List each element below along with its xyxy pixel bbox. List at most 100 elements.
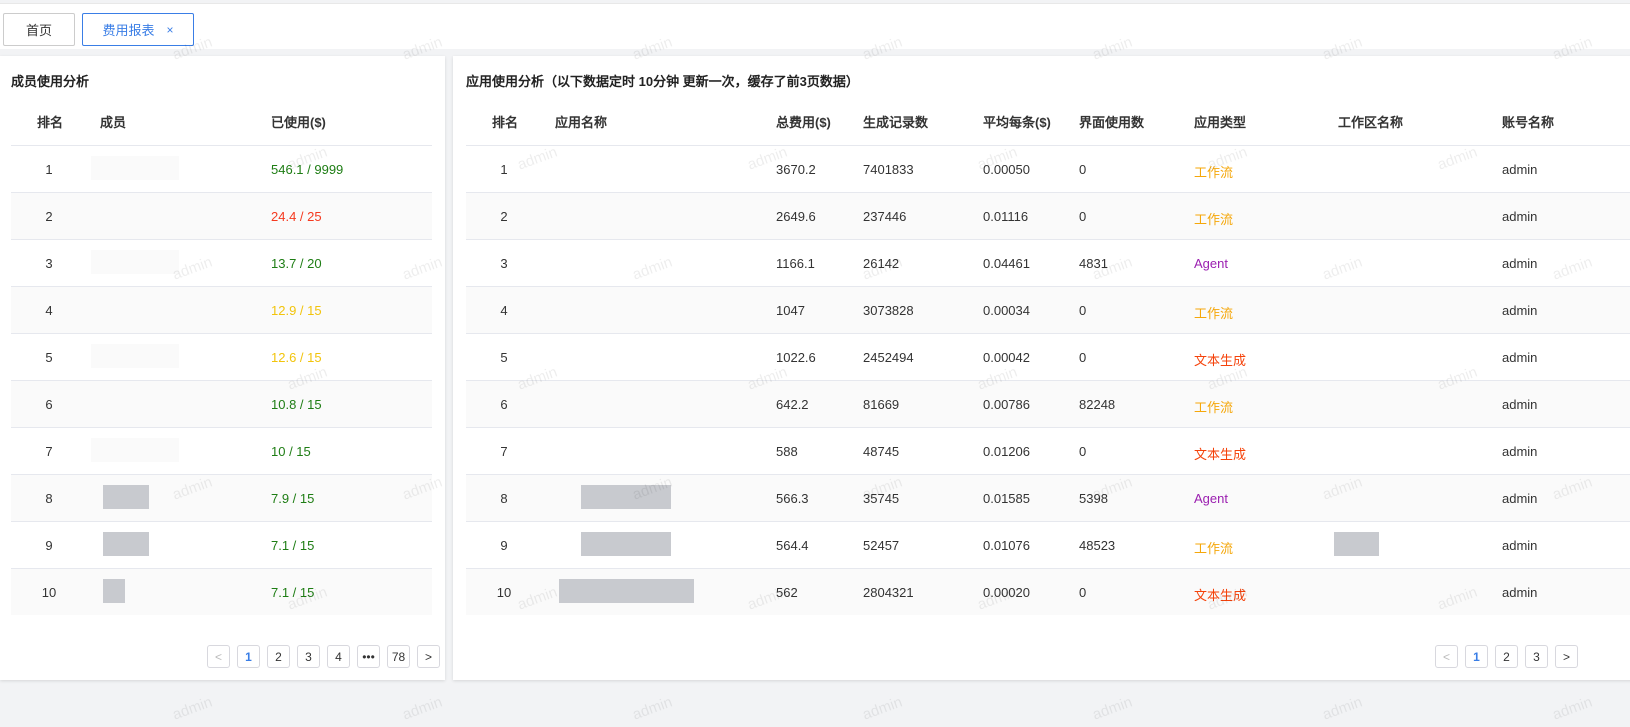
avg-cell: 0.04461 bbox=[983, 256, 1030, 271]
page-button[interactable]: 3 bbox=[1525, 645, 1548, 668]
table-header: 排名 应用名称 总费用($) 生成记录数 平均每条($) 界面使用数 应用类型 … bbox=[466, 112, 1630, 146]
app-pagination: <1 2 3 > bbox=[1435, 645, 1578, 668]
account-cell: admin bbox=[1502, 585, 1538, 600]
cost-cell: 588 bbox=[776, 444, 798, 459]
ui-cell: 82248 bbox=[1079, 397, 1116, 412]
tab-home[interactable]: 首页 bbox=[3, 13, 75, 46]
cost-cell: 566.3 bbox=[776, 491, 809, 506]
records-cell: 7401833 bbox=[863, 162, 914, 177]
table-row: 4 12.9 / 15 bbox=[11, 286, 432, 333]
used-cell: 7.9 / 15 bbox=[271, 491, 315, 506]
avg-cell: 0.01585 bbox=[983, 491, 1030, 506]
cost-cell: 1047 bbox=[776, 303, 805, 318]
rank-cell: 10 bbox=[496, 585, 512, 600]
records-cell: 48745 bbox=[863, 444, 900, 459]
tab-bar: 首页 费用报表 × bbox=[0, 3, 1630, 49]
next-page-button[interactable]: > bbox=[417, 645, 440, 668]
used-cell: 10 / 15 bbox=[271, 444, 311, 459]
type-cell: 工作流 bbox=[1194, 541, 1234, 556]
member-name-redacted bbox=[103, 579, 125, 603]
table-row: 7 588 48745 0.01206 0 文本生成 admin bbox=[466, 427, 1630, 474]
page-button[interactable]: 1 bbox=[1465, 645, 1488, 668]
app-name-redacted bbox=[581, 532, 671, 556]
rank-cell: 5 bbox=[500, 350, 508, 365]
table-header: 排名 成员 已使用($) bbox=[11, 112, 432, 146]
col-app-type: 应用类型 bbox=[1194, 115, 1247, 130]
member-name-redacted bbox=[91, 250, 179, 274]
cost-cell: 562 bbox=[776, 585, 798, 600]
table-row: 9 564.4 52457 0.01076 48523 工作流 admin bbox=[466, 521, 1630, 568]
rank-cell: 8 bbox=[45, 491, 53, 506]
page-button[interactable]: ••• bbox=[357, 645, 380, 668]
type-cell: 文本生成 bbox=[1194, 353, 1247, 368]
member-usage-panel: 成员使用分析 排名 成员 已使用($) 1 546.1 / 9999 2 24.4 /… bbox=[0, 56, 445, 680]
member-name-redacted bbox=[91, 391, 179, 415]
table-row: 2 2649.6 237446 0.01116 0 工作流 admin bbox=[466, 192, 1630, 239]
used-cell: 13.7 / 20 bbox=[271, 256, 322, 271]
account-cell: admin bbox=[1502, 491, 1538, 506]
ui-cell: 0 bbox=[1079, 303, 1087, 318]
table-row: 2 24.4 / 25 bbox=[11, 192, 432, 239]
cost-cell: 3670.2 bbox=[776, 162, 816, 177]
used-cell: 10.8 / 15 bbox=[271, 397, 322, 412]
prev-page-button[interactable]: < bbox=[207, 645, 230, 668]
table-row: 3 1166.1 26142 0.04461 4831 Agent admin bbox=[466, 239, 1630, 286]
ui-cell: 5398 bbox=[1079, 491, 1108, 506]
page-button[interactable]: 2 bbox=[267, 645, 290, 668]
app-name-redacted bbox=[581, 485, 671, 509]
col-used: 已使用($) bbox=[271, 115, 326, 130]
account-cell: admin bbox=[1502, 350, 1538, 365]
used-cell: 7.1 / 15 bbox=[271, 585, 315, 600]
col-workspace: 工作区名称 bbox=[1338, 115, 1404, 130]
member-name-redacted bbox=[91, 156, 179, 180]
member-name-redacted bbox=[103, 485, 149, 509]
member-name-redacted bbox=[91, 438, 179, 462]
rank-cell: 1 bbox=[500, 162, 508, 177]
account-cell: admin bbox=[1502, 209, 1538, 224]
table-row: 1 3670.2 7401833 0.00050 0 工作流 admin bbox=[466, 145, 1630, 192]
member-name-redacted bbox=[91, 344, 179, 368]
account-cell: admin bbox=[1502, 162, 1538, 177]
ui-cell: 4831 bbox=[1079, 256, 1108, 271]
records-cell: 2804321 bbox=[863, 585, 914, 600]
member-pagination: <1 2 3 4 ••• 78 > bbox=[207, 645, 440, 668]
rank-cell: 2 bbox=[500, 209, 508, 224]
col-records: 生成记录数 bbox=[863, 115, 929, 130]
used-cell: 12.6 / 15 bbox=[271, 350, 322, 365]
page-button[interactable]: 4 bbox=[327, 645, 350, 668]
ui-cell: 0 bbox=[1079, 162, 1087, 177]
rank-cell: 7 bbox=[500, 444, 508, 459]
page-button[interactable]: 78 bbox=[387, 645, 410, 668]
close-icon[interactable]: × bbox=[167, 23, 174, 37]
rank-cell: 4 bbox=[45, 303, 53, 318]
prev-page-button[interactable]: < bbox=[1435, 645, 1458, 668]
ui-cell: 48523 bbox=[1079, 538, 1116, 553]
account-cell: admin bbox=[1502, 444, 1538, 459]
panel-title: 应用使用分析（以下数据定时 10分钟 更新一次，缓存了前3页数据） bbox=[466, 74, 859, 89]
table-row: 4 1047 3073828 0.00034 0 工作流 admin bbox=[466, 286, 1630, 333]
records-cell: 35745 bbox=[863, 491, 900, 506]
page-button[interactable]: 1 bbox=[237, 645, 260, 668]
table-row: 1 546.1 / 9999 bbox=[11, 145, 432, 192]
member-name-redacted bbox=[91, 203, 179, 227]
col-rank: 排名 bbox=[492, 115, 519, 130]
next-page-button[interactable]: > bbox=[1555, 645, 1578, 668]
rank-cell: 5 bbox=[45, 350, 53, 365]
table-row: 6 642.2 81669 0.00786 82248 工作流 admin bbox=[466, 380, 1630, 427]
table-row: 9 7.1 / 15 bbox=[11, 521, 432, 568]
page-button[interactable]: 3 bbox=[297, 645, 320, 668]
page-button[interactable]: 2 bbox=[1495, 645, 1518, 668]
cost-cell: 1022.6 bbox=[776, 350, 816, 365]
ui-cell: 0 bbox=[1079, 585, 1087, 600]
rank-cell: 2 bbox=[45, 209, 53, 224]
cost-cell: 642.2 bbox=[776, 397, 809, 412]
tab-cost-report[interactable]: 费用报表 × bbox=[82, 13, 194, 46]
avg-cell: 0.01116 bbox=[983, 209, 1029, 224]
member-name-redacted bbox=[91, 297, 179, 321]
used-cell: 12.9 / 15 bbox=[271, 303, 322, 318]
table-row: 8 566.3 35745 0.01585 5398 Agent admin bbox=[466, 474, 1630, 521]
cost-cell: 2649.6 bbox=[776, 209, 816, 224]
watermark: admin bbox=[860, 693, 905, 724]
account-cell: admin bbox=[1502, 256, 1538, 271]
type-cell: Agent bbox=[1194, 256, 1228, 271]
